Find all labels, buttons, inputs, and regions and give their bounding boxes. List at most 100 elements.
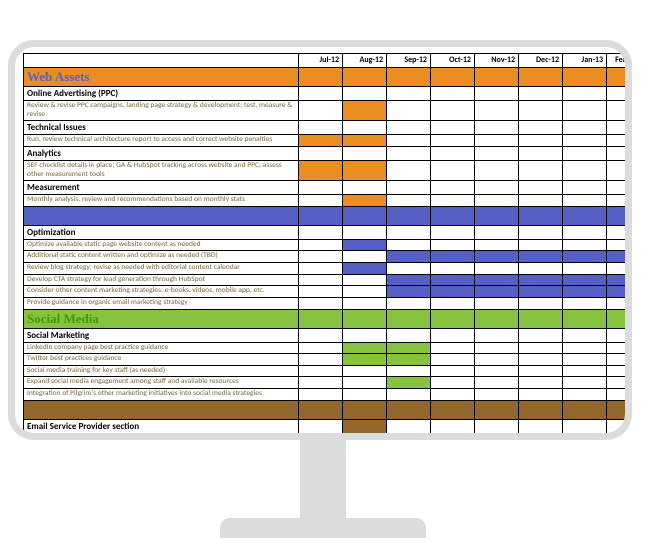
gantt-cell [475,354,519,366]
subsection-title: Optimization [24,225,299,239]
gantt-cell [607,101,631,121]
gantt-cell [475,377,519,389]
gantt-cell [343,286,387,298]
gantt-cell [431,328,475,342]
gantt-cell [519,297,563,309]
gantt-cell [607,377,631,389]
gantt-cell [475,239,519,251]
gantt-cell [519,342,563,354]
gantt-cell [299,68,343,87]
gantt-cell [563,328,607,342]
gantt-cell [431,160,475,180]
gantt-cell [343,400,387,419]
gantt-cell [563,433,607,440]
gantt-cell [343,309,387,328]
gantt-cell [387,101,431,121]
gantt-cell [431,400,475,419]
gantt-cell [387,342,431,354]
task-label: SEF checklist details in place; GA & Hub… [24,160,299,180]
header-month: Feb [607,54,631,68]
gantt-cell [299,135,343,147]
gantt-cell [387,309,431,328]
gantt-cell [343,181,387,195]
subsection-title: Measurement [24,181,299,195]
gantt-cell [563,251,607,263]
gantt-cell [475,225,519,239]
gantt-cell [299,354,343,366]
subsection-title: Analytics [24,146,299,160]
gantt-cell [607,135,631,147]
gantt-cell [343,206,387,225]
gantt-cell [519,225,563,239]
gantt-cell [431,87,475,101]
gantt-cell [563,309,607,328]
gantt-cell [343,251,387,263]
task-label: Consider other content marketing strateg… [24,286,299,298]
gantt-cell [607,274,631,286]
task-label: Run, review technical architecture repor… [24,135,299,147]
gantt-cell [387,419,431,433]
gantt-cell [431,274,475,286]
gantt-cell [387,389,431,401]
task-label: Integration of Pilgrim's other marketing… [24,389,299,401]
gantt-cell [607,419,631,433]
gantt-cell [475,433,519,440]
gantt-cell [563,342,607,354]
gantt-cell [519,68,563,87]
gantt-cell [519,206,563,225]
gantt-cell [387,297,431,309]
gantt-cell [387,377,431,389]
gantt-cell [475,297,519,309]
gantt-cell [299,87,343,101]
gantt-cell [387,251,431,263]
gantt-cell [563,101,607,121]
gantt-cell [299,342,343,354]
gantt-cell [475,274,519,286]
gantt-cell [299,195,343,207]
gantt-cell [343,433,387,440]
header-month: Jan-13 [563,54,607,68]
gantt-cell [519,101,563,121]
task-label: Email Service Provider section [24,419,299,433]
gantt-cell [431,419,475,433]
gantt-cell [387,365,431,377]
gantt-cell [563,377,607,389]
gantt-cell [431,365,475,377]
gantt-cell [343,135,387,147]
gantt-cell [607,87,631,101]
gantt-cell [519,286,563,298]
gantt-cell [563,195,607,207]
gantt-cell [607,146,631,160]
gantt-cell [519,239,563,251]
gantt-cell [563,389,607,401]
gantt-cell [299,225,343,239]
gantt-cell [387,160,431,180]
gantt-cell [431,354,475,366]
task-label: LinkedIn company page best practice guid… [24,342,299,354]
gantt-cell [475,251,519,263]
gantt-cell [299,400,343,419]
gantt-cell [475,342,519,354]
gantt-cell [475,101,519,121]
gantt-cell [563,354,607,366]
gantt-cell [519,274,563,286]
gantt-cell [563,121,607,135]
gantt-cell [431,309,475,328]
task-label: Social media training for key staff (as … [24,365,299,377]
gantt-cell [431,225,475,239]
gantt-cell [519,400,563,419]
gantt-cell [607,286,631,298]
header-blank [24,54,299,68]
gantt-cell [519,121,563,135]
gantt-cell [607,263,631,275]
gantt-cell [519,146,563,160]
header-month: Oct-12 [431,54,475,68]
gantt-cell [563,181,607,195]
gantt-cell [563,274,607,286]
header-month: Dec-12 [519,54,563,68]
gantt-cell [563,135,607,147]
gantt-cell [519,377,563,389]
gantt-cell [475,400,519,419]
task-label: Twitter best practices guidance [24,354,299,366]
gantt-cell [431,146,475,160]
